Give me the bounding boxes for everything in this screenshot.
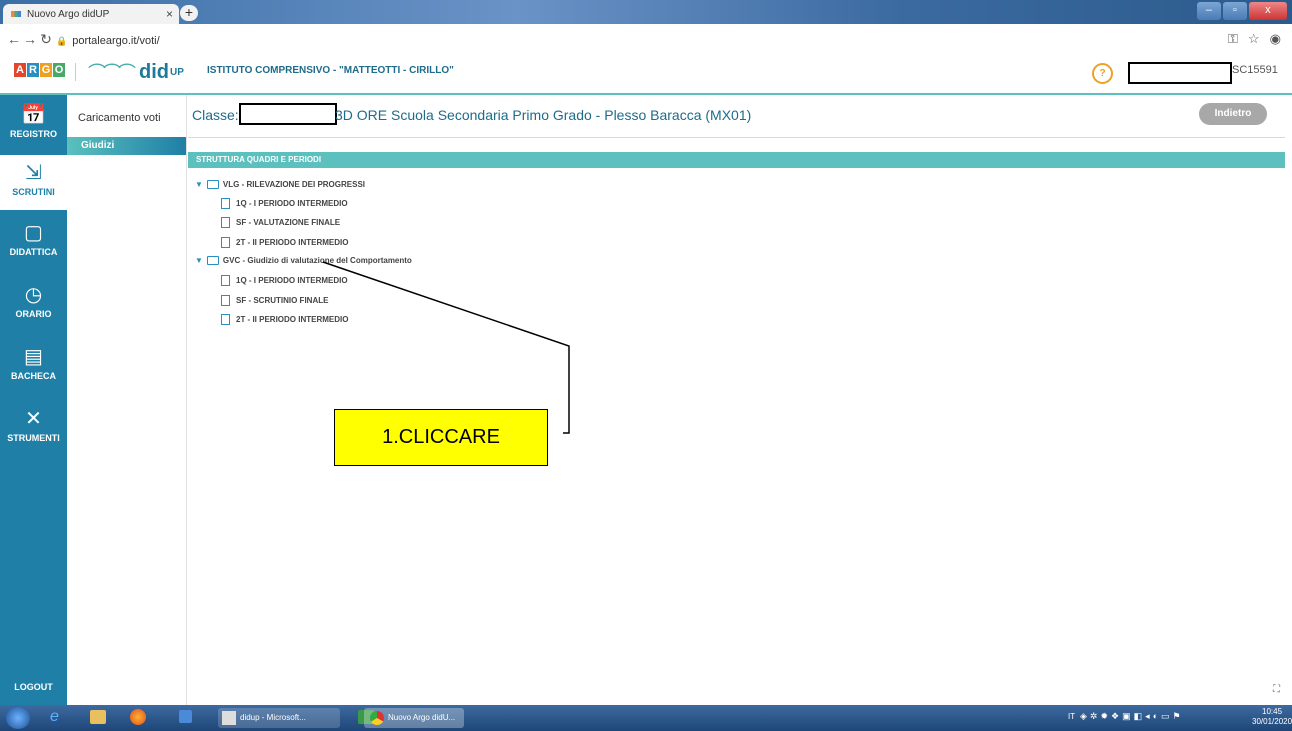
taskbar-item-label: didup - Microsoft... bbox=[240, 713, 306, 722]
word-doc-icon bbox=[222, 711, 236, 725]
taskbar-item-word[interactable]: didup - Microsoft... bbox=[218, 708, 340, 728]
clock-date: 30/01/2020 bbox=[1252, 717, 1292, 726]
taskbar-item-label: Nuovo Argo didU... bbox=[388, 713, 456, 722]
system-clock[interactable]: 10:45 30/01/2020 bbox=[1252, 707, 1292, 727]
annotation-callout: 1.CLICCARE bbox=[334, 409, 548, 466]
media-icon[interactable] bbox=[179, 710, 192, 723]
tray-icons[interactable]: ◈✲✹❖▣◧◂◐▭⚑ bbox=[1080, 711, 1184, 722]
clock-time: 10:45 bbox=[1262, 707, 1283, 716]
fullscreen-corner-icon[interactable]: ⛶ bbox=[1273, 684, 1280, 695]
language-indicator[interactable]: IT bbox=[1068, 712, 1075, 721]
annotation-arrow bbox=[322, 261, 570, 434]
start-button[interactable] bbox=[6, 707, 30, 729]
chrome-icon bbox=[370, 711, 384, 725]
ie-icon[interactable]: e bbox=[50, 708, 59, 726]
windows-taskbar: e didup - Microsoft... Nuovo Argo didU..… bbox=[0, 705, 1292, 731]
taskbar-item-chrome[interactable]: Nuovo Argo didU... bbox=[364, 708, 464, 728]
firefox-icon[interactable] bbox=[130, 709, 146, 725]
folder-icon[interactable] bbox=[90, 710, 106, 724]
